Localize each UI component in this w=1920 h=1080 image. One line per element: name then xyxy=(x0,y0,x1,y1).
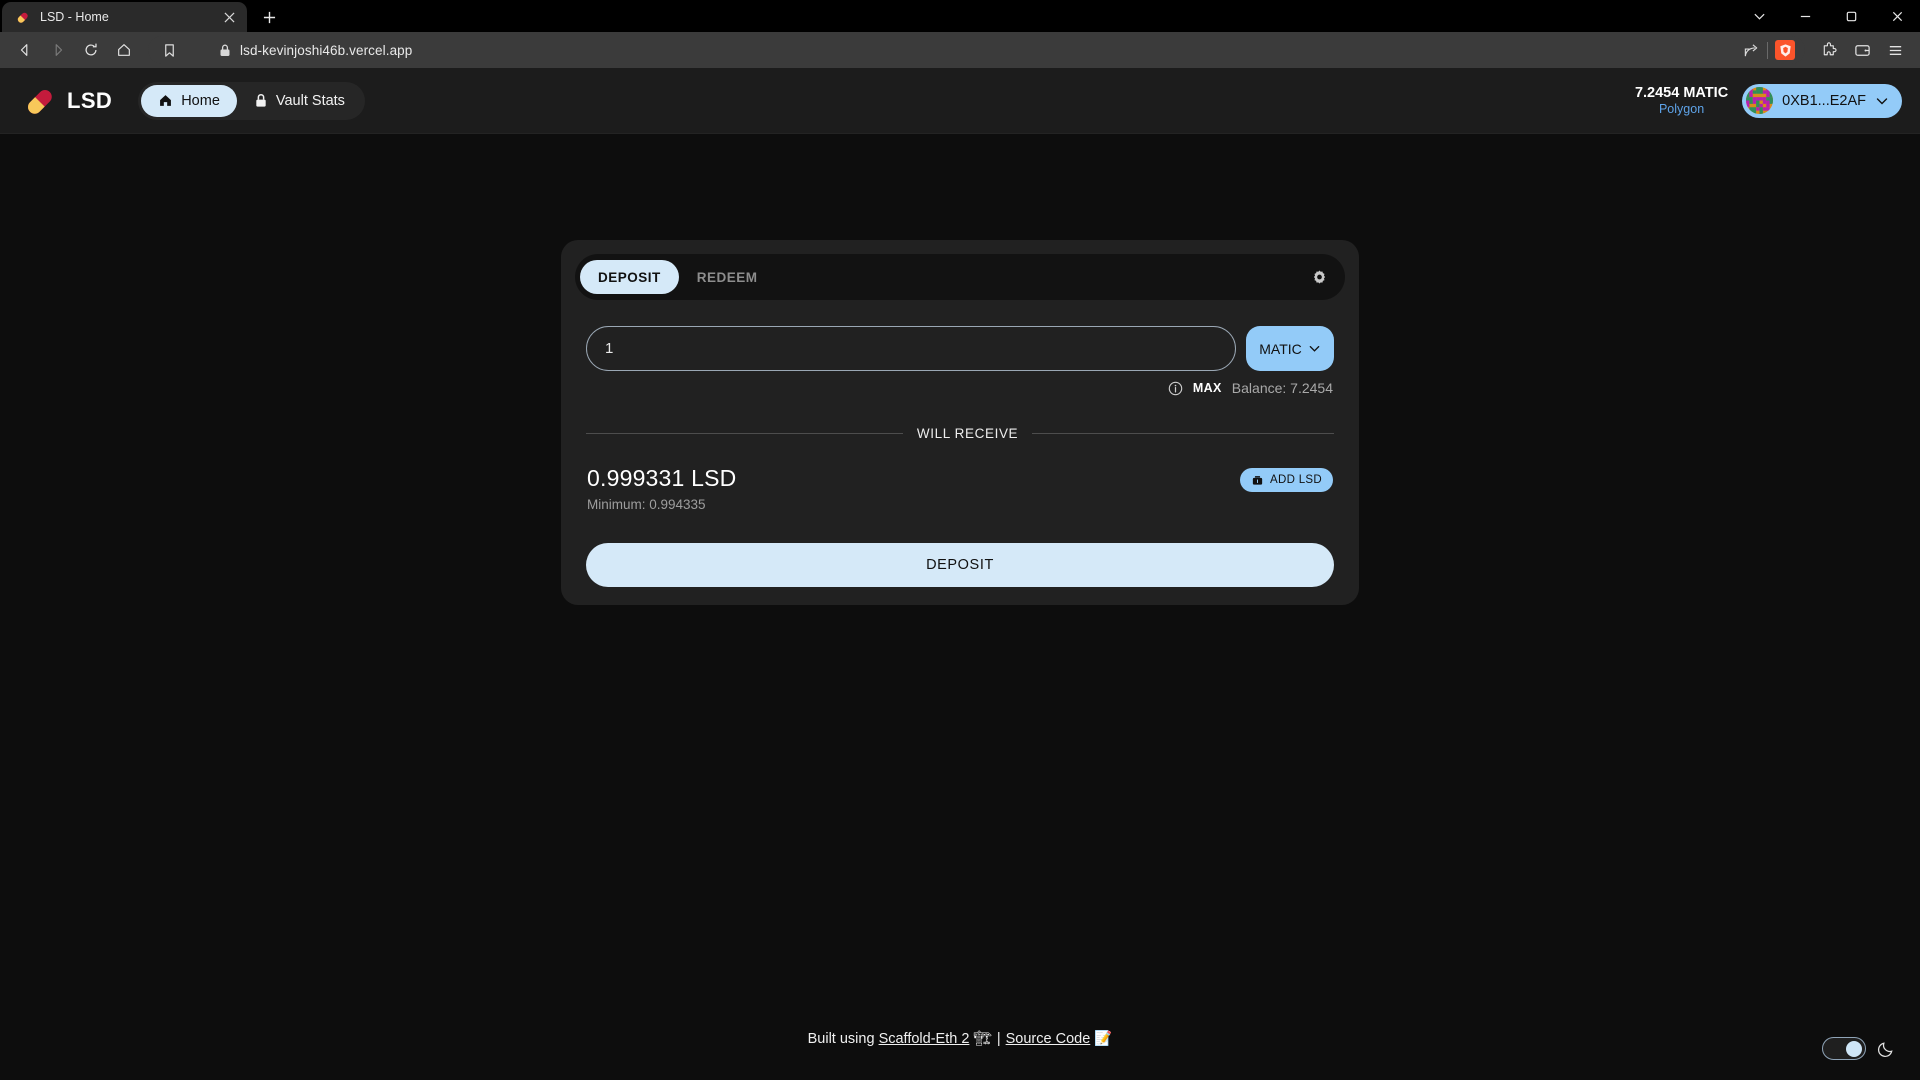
deposit-button[interactable]: DEPOSIT xyxy=(586,543,1334,587)
app-header: LSD Home Vault Stats 7.2454 MATIC Polygo… xyxy=(0,68,1920,134)
chevron-down-icon xyxy=(1308,342,1321,355)
forward-arrow-icon xyxy=(43,35,73,65)
token-select-button[interactable]: MATIC xyxy=(1246,326,1334,371)
nav-item-vault-stats[interactable]: Vault Stats xyxy=(237,85,362,117)
info-circle-icon[interactable] xyxy=(1168,381,1183,396)
close-button[interactable] xyxy=(1874,0,1920,32)
hamburger-menu-icon[interactable] xyxy=(1880,35,1910,65)
divider-line-left xyxy=(586,433,903,434)
tab-redeem[interactable]: REDEEM xyxy=(679,260,776,294)
memo-emoji: 📝 xyxy=(1094,1030,1113,1047)
token-label: MATIC xyxy=(1259,340,1302,357)
receive-amount: 0.999331 LSD xyxy=(587,465,737,491)
tab-label: DEPOSIT xyxy=(598,269,661,285)
brand-name: LSD xyxy=(67,87,113,113)
browser-tab[interactable]: LSD - Home xyxy=(2,2,247,32)
brave-wallet-icon[interactable] xyxy=(1847,35,1877,65)
toggle-knob xyxy=(1846,1040,1862,1057)
divider-line-right xyxy=(1032,433,1334,434)
address-bar[interactable]: lsd-kevinjoshi46b.vercel.app xyxy=(148,36,1805,64)
plus-icon[interactable] xyxy=(255,3,283,31)
brand[interactable]: LSD xyxy=(22,84,112,118)
amount-input[interactable] xyxy=(586,326,1236,371)
home-icon[interactable] xyxy=(109,35,139,65)
add-lsd-button[interactable]: ADD LSD xyxy=(1240,468,1333,492)
page-footer: Built using Scaffold-Eth 2 🏗 | Source Code… xyxy=(0,1018,1920,1058)
balance-row: MAX Balance: 7.2454 xyxy=(575,380,1345,396)
lock-icon xyxy=(254,93,268,108)
tab-strip: LSD - Home xyxy=(0,0,1920,32)
window-controls xyxy=(1736,0,1920,32)
nav-item-home[interactable]: Home xyxy=(141,84,237,117)
pill-capsule-icon xyxy=(14,9,31,26)
browser-window: LSD - Home lsd-kevinjoshi46b.vercel.app … xyxy=(0,0,1920,1080)
url-text: lsd-kevinjoshi46b.vercel.app xyxy=(240,42,413,58)
close-icon[interactable] xyxy=(219,7,239,27)
footer-text: Built using Scaffold-Eth 2 🏗 | Source Code… xyxy=(808,1030,1113,1047)
minimize-button[interactable] xyxy=(1782,0,1828,32)
receive-row: 0.999331 LSD Minimum: 0.994335 ADD LSD xyxy=(575,465,1345,512)
toolbar-divider xyxy=(1767,41,1768,59)
receive-minimum: Minimum: 0.994335 xyxy=(587,497,706,512)
wallet-balance: 7.2454 MATIC Polygon xyxy=(1635,84,1728,118)
tab-title: LSD - Home xyxy=(40,10,109,24)
gear-icon[interactable] xyxy=(1311,269,1328,286)
home-icon xyxy=(158,93,173,108)
construction-emoji: 🏗 xyxy=(973,1030,992,1047)
theme-switcher xyxy=(1822,1037,1896,1060)
max-button[interactable]: MAX xyxy=(1193,381,1222,395)
nav-item-label: Vault Stats xyxy=(275,92,345,109)
lock-icon xyxy=(219,44,231,57)
tab-label: REDEEM xyxy=(696,269,758,285)
wallet-icon xyxy=(1251,474,1264,487)
card-tabs: DEPOSIT REDEEM xyxy=(575,254,1345,300)
add-lsd-label: ADD LSD xyxy=(1270,474,1322,486)
app-page: LSD Home Vault Stats 7.2454 MATIC Polygo… xyxy=(0,68,1920,1080)
amount-row: MATIC xyxy=(575,326,1345,371)
chevron-down-icon xyxy=(1875,94,1889,108)
maximize-button[interactable] xyxy=(1828,0,1874,32)
main-nav: Home Vault Stats xyxy=(138,81,365,120)
browser-toolbar: lsd-kevinjoshi46b.vercel.app xyxy=(0,32,1920,68)
balance-amount: 7.2454 MATIC xyxy=(1634,84,1729,101)
brave-shields-lion-icon[interactable] xyxy=(1775,40,1795,60)
back-arrow-icon[interactable] xyxy=(10,35,40,65)
nav-item-label: Home xyxy=(181,92,220,109)
wallet-area: 7.2454 MATIC Polygon 0XB1...E2AF xyxy=(1635,83,1902,118)
blockie-avatar xyxy=(1746,87,1774,114)
share-icon[interactable] xyxy=(1743,42,1760,59)
divider-label: WILL RECEIVE xyxy=(916,426,1019,441)
receive-amounts: 0.999331 LSD Minimum: 0.994335 xyxy=(587,465,736,512)
tab-search-button[interactable] xyxy=(1736,0,1782,32)
will-receive-divider: WILL RECEIVE xyxy=(586,426,1334,441)
wallet-address-button[interactable]: 0XB1...E2AF xyxy=(1742,83,1902,118)
balance-label: Balance: 7.2454 xyxy=(1231,380,1333,396)
dark-mode-toggle[interactable] xyxy=(1822,1037,1866,1060)
deposit-button-label: DEPOSIT xyxy=(926,557,994,573)
pill-capsule-logo xyxy=(22,84,56,118)
scaffold-eth-link[interactable]: Scaffold-Eth 2 xyxy=(879,1031,970,1047)
source-code-link[interactable]: Source Code xyxy=(1006,1031,1091,1047)
bookmark-icon[interactable] xyxy=(154,35,184,65)
reload-icon[interactable] xyxy=(76,35,106,65)
footer-separator: | xyxy=(996,1030,1001,1047)
network-name: Polygon xyxy=(1658,101,1705,116)
built-using-label: Built using xyxy=(807,1030,879,1047)
moon-icon xyxy=(1877,1039,1896,1058)
puzzle-piece-icon[interactable] xyxy=(1814,35,1844,65)
wallet-address-text: 0XB1...E2AF xyxy=(1782,92,1866,109)
tab-deposit[interactable]: DEPOSIT xyxy=(580,260,679,294)
swap-card: DEPOSIT REDEEM MATIC xyxy=(561,240,1359,605)
